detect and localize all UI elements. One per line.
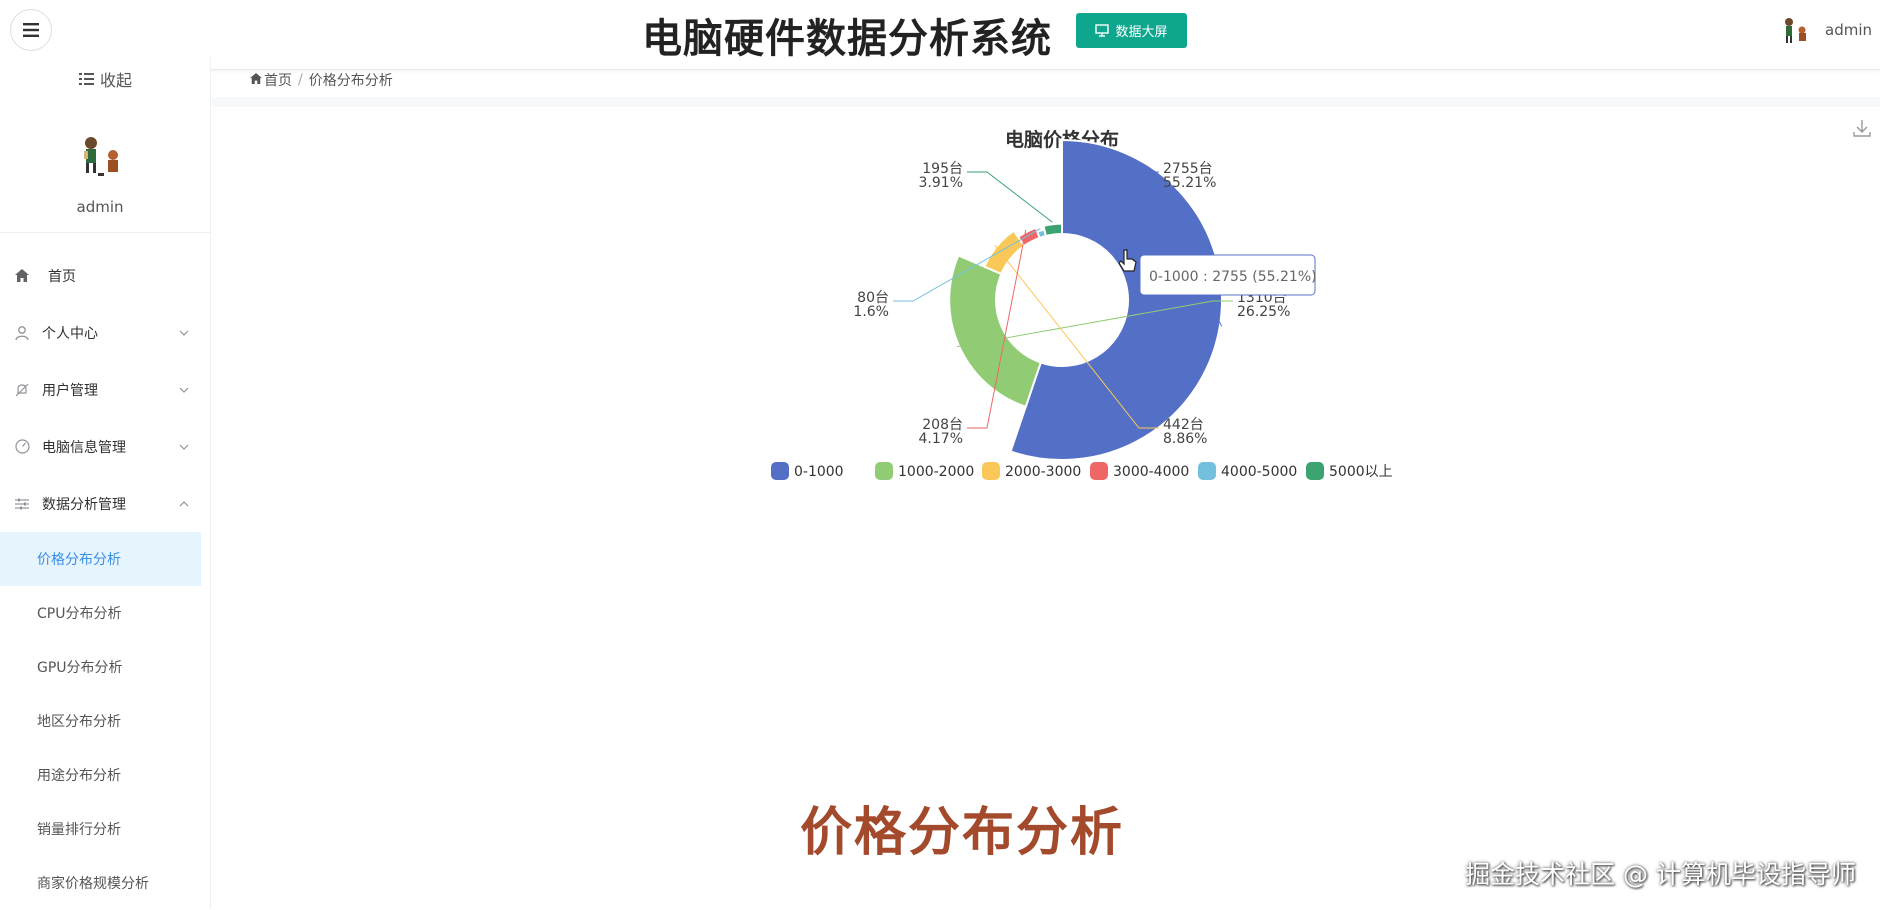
legend-label: 0-1000 [794, 464, 844, 480]
data-label-percent: 3.91% [919, 175, 963, 191]
legend-item[interactable]: 5000以上 [1306, 462, 1393, 480]
legend-swatch [875, 462, 893, 480]
legend-item[interactable]: 4000-5000 [1198, 462, 1297, 480]
legend-label: 2000-3000 [1005, 464, 1081, 480]
data-label-percent: 4.17% [919, 431, 963, 447]
legend-swatch [1306, 462, 1324, 480]
legend-item[interactable]: 2000-3000 [982, 462, 1081, 480]
pie-slice[interactable] [948, 254, 1042, 408]
legend-swatch [982, 462, 1000, 480]
pie-slice[interactable] [1042, 222, 1063, 237]
label-line [967, 171, 1053, 223]
legend-item[interactable]: 3000-4000 [1090, 462, 1189, 480]
legend-swatch [1198, 462, 1216, 480]
legend-label: 1000-2000 [898, 464, 974, 480]
legend-item[interactable]: 1000-2000 [875, 462, 974, 480]
data-label-percent: 1.6% [853, 304, 889, 320]
legend-label: 4000-5000 [1221, 464, 1297, 480]
legend-label: 3000-4000 [1113, 464, 1189, 480]
download-icon[interactable] [1852, 118, 1872, 138]
legend-item[interactable]: 0-1000 [771, 462, 844, 480]
data-label-percent: 26.25% [1237, 304, 1290, 320]
tooltip-text: 0-1000 : 2755 (55.21%) [1149, 269, 1317, 285]
chart-tooltip: 0-1000 : 2755 (55.21%) [1139, 254, 1317, 296]
page-caption: 价格分布分析 [800, 803, 1125, 863]
legend-swatch [771, 462, 789, 480]
price-distribution-chart: 电脑价格分布2755台55.21%1310台26.25%442台8.86%208… [771, 128, 1393, 480]
watermark: 掘金技术社区 @ 计算机毕设指导师 [1465, 860, 1856, 889]
data-label-percent: 8.86% [1163, 431, 1207, 447]
legend-label: 5000以上 [1329, 464, 1393, 480]
legend-swatch [1090, 462, 1108, 480]
data-label-percent: 55.21% [1163, 175, 1216, 191]
